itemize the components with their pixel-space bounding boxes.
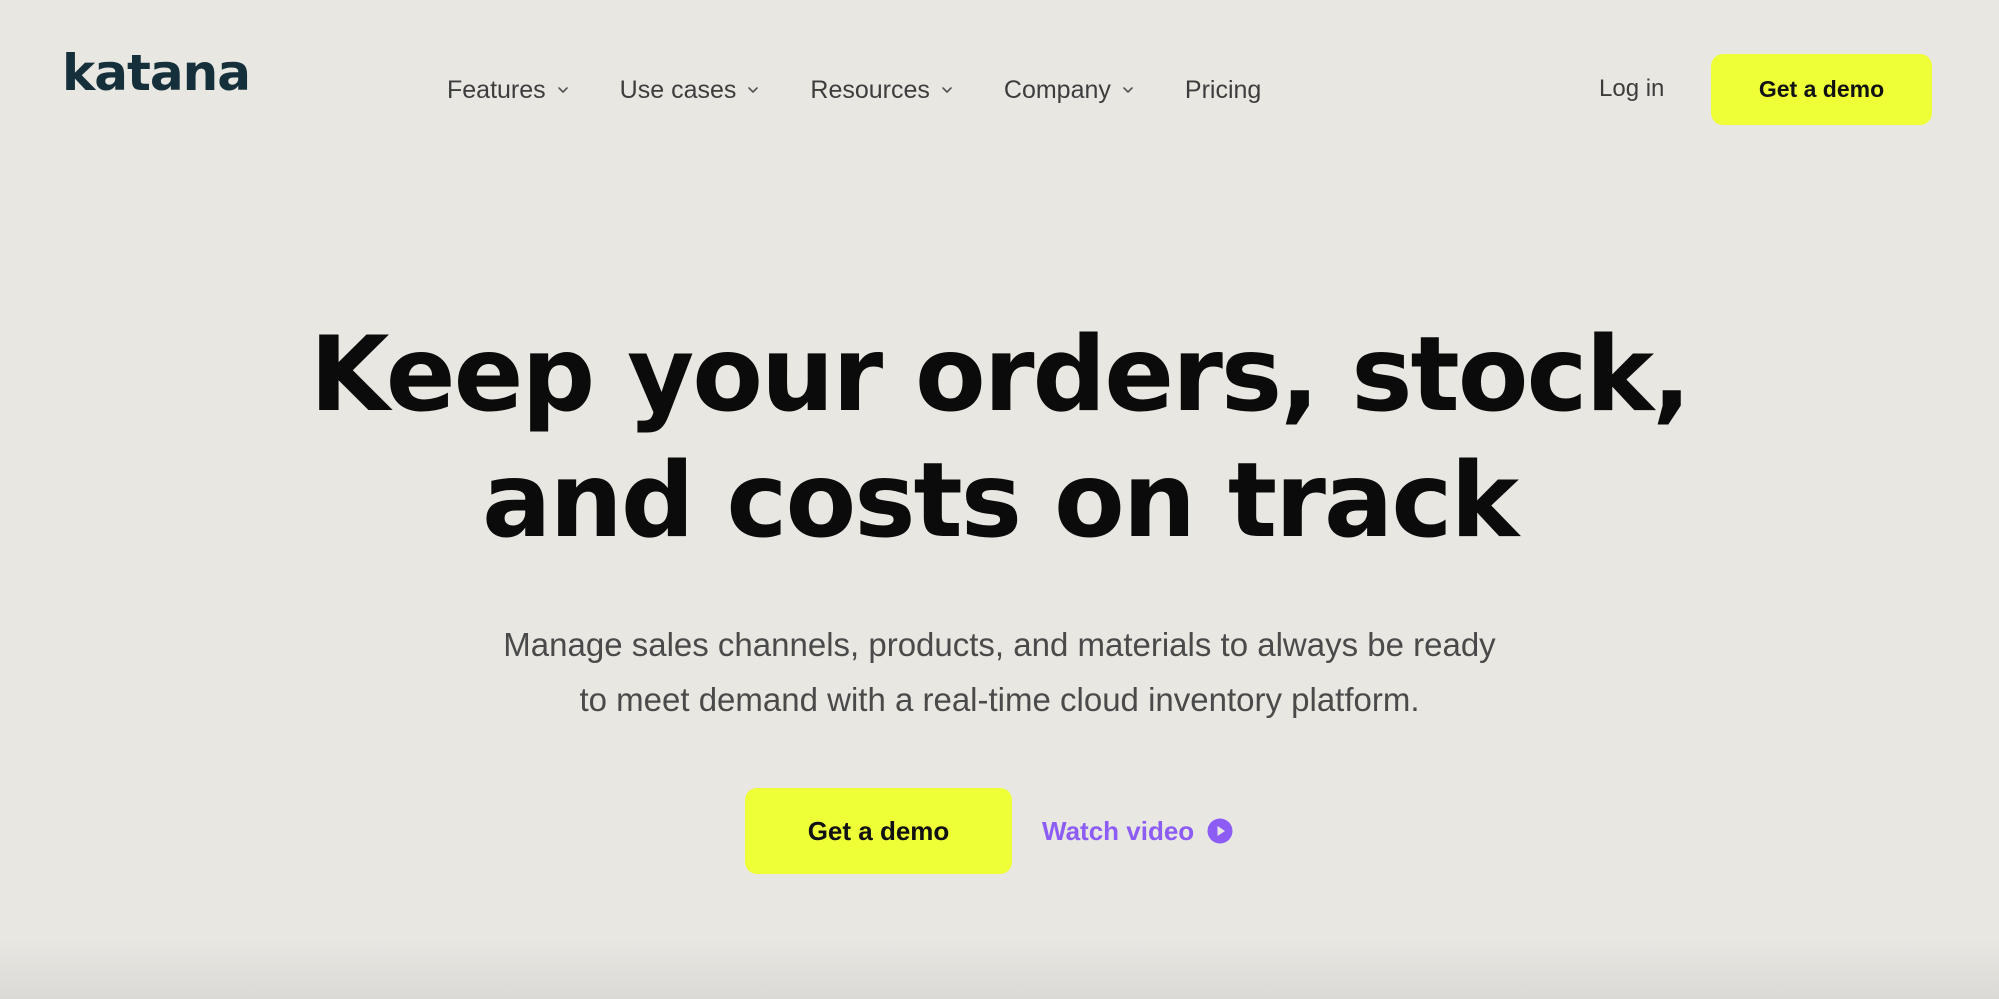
hero-title-line-2: and costs on track xyxy=(482,441,1519,561)
nav-item-company[interactable]: Company xyxy=(1004,76,1134,105)
play-circle-icon xyxy=(1207,818,1233,844)
hero-subtitle-line-2: to meet demand with a real-time cloud in… xyxy=(579,681,1420,718)
hero-title-line-1: Keep your orders, stock, xyxy=(309,315,1691,435)
nav-item-label: Use cases xyxy=(619,75,737,104)
nav-item-use-cases[interactable]: Use cases xyxy=(620,76,760,105)
katana-logo[interactable]: katana xyxy=(62,48,251,98)
chevron-down-icon xyxy=(1122,84,1134,96)
hero-title: Keep your orders, stock, and costs on tr… xyxy=(0,312,1999,564)
chevron-down-icon xyxy=(557,84,569,96)
watch-video-label: Watch video xyxy=(1042,815,1195,846)
bottom-fade xyxy=(0,939,1999,999)
nav-item-label: Features xyxy=(447,75,546,104)
header-get-demo-button[interactable]: Get a demo xyxy=(1711,54,1932,125)
nav-item-resources[interactable]: Resources xyxy=(810,76,953,105)
hero-cta-row: Get a demo Watch video xyxy=(745,788,1233,874)
login-link[interactable]: Log in xyxy=(1599,75,1664,103)
nav-item-features[interactable]: Features xyxy=(447,76,569,105)
watch-video-link[interactable]: Watch video xyxy=(1042,816,1233,847)
nav-item-pricing[interactable]: Pricing xyxy=(1185,76,1261,105)
nav-item-label: Pricing xyxy=(1184,75,1262,104)
chevron-down-icon xyxy=(941,84,953,96)
main-nav: Features Use cases Resources Company Pri… xyxy=(447,72,1261,108)
page: katana Features Use cases Resources Comp… xyxy=(0,0,1999,999)
hero-subtitle-line-1: Manage sales channels, products, and mat… xyxy=(503,626,1496,663)
nav-item-label: Company xyxy=(1003,75,1111,104)
nav-item-label: Resources xyxy=(810,75,930,104)
hero-get-demo-button[interactable]: Get a demo xyxy=(745,788,1012,874)
site-header: katana Features Use cases Resources Comp… xyxy=(0,0,1999,180)
hero-subtitle: Manage sales channels, products, and mat… xyxy=(0,617,1999,727)
chevron-down-icon xyxy=(747,84,759,96)
